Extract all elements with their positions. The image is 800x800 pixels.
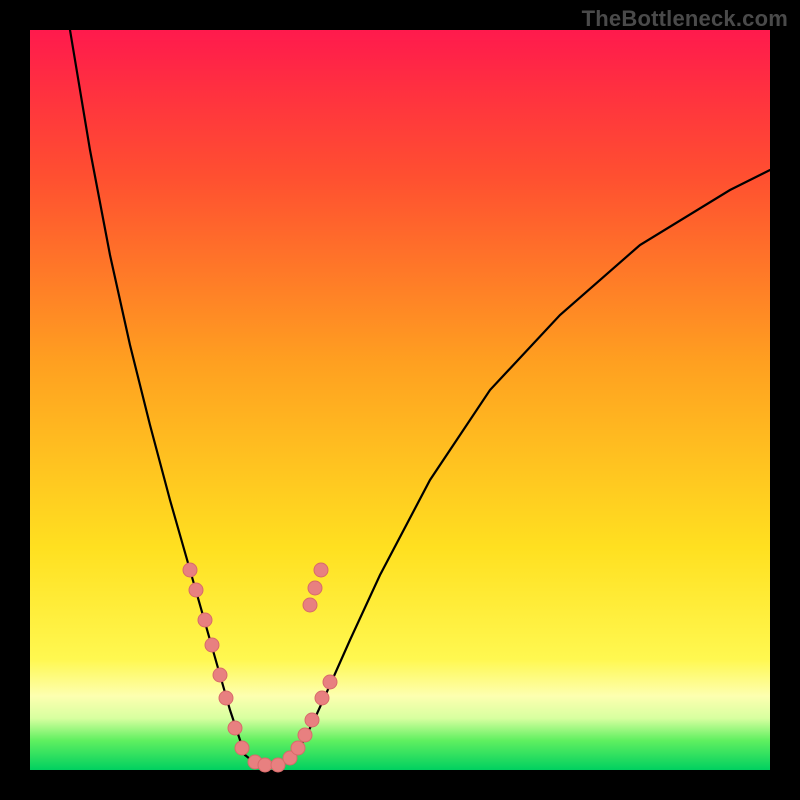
data-points — [183, 563, 337, 772]
data-point — [213, 668, 227, 682]
data-point — [308, 581, 322, 595]
plot-area — [30, 30, 770, 770]
data-point — [303, 598, 317, 612]
chart-frame: TheBottleneck.com — [0, 0, 800, 800]
curve-right-branch — [295, 170, 770, 755]
data-point — [219, 691, 233, 705]
data-point — [291, 741, 305, 755]
data-point — [305, 713, 319, 727]
data-point — [315, 691, 329, 705]
curve-layer — [30, 30, 770, 770]
data-point — [298, 728, 312, 742]
data-point — [205, 638, 219, 652]
data-point — [198, 613, 212, 627]
data-point — [258, 758, 272, 772]
data-point — [314, 563, 328, 577]
data-point — [183, 563, 197, 577]
data-point — [228, 721, 242, 735]
watermark-label: TheBottleneck.com — [582, 6, 788, 32]
data-point — [323, 675, 337, 689]
data-point — [235, 741, 249, 755]
data-point — [189, 583, 203, 597]
